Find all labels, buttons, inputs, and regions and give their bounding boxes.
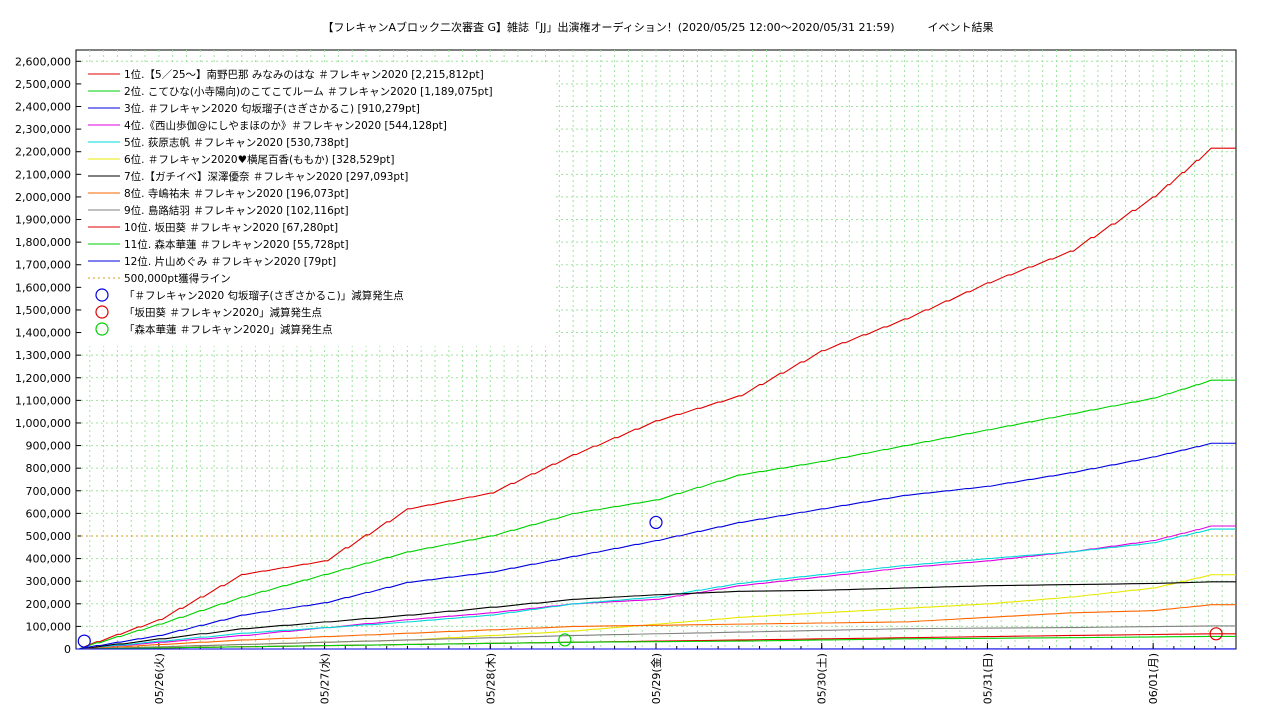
y-tick-label: 1,200,000 bbox=[15, 372, 71, 385]
y-tick-label: 200,000 bbox=[26, 598, 72, 611]
y-tick-label: 800,000 bbox=[26, 462, 72, 475]
y-tick-label: 2,000,000 bbox=[15, 191, 71, 204]
legend-label-7: 7位.【ガチイベ】深澤優奈 ＃フレキャン2020 [297,093pt] bbox=[124, 170, 408, 183]
x-tick-label: 05/31(日) bbox=[981, 653, 994, 704]
y-tick-label: 2,100,000 bbox=[15, 168, 71, 181]
legend-label-4: 4位.《西山歩伽@にしやまほのか》＃フレキャン2020 [544,128pt] bbox=[124, 119, 447, 132]
marker-point-1 bbox=[77, 634, 91, 648]
y-tick-label: 600,000 bbox=[26, 507, 72, 520]
y-tick-label: 500,000 bbox=[26, 530, 72, 543]
y-tick-label: 1,900,000 bbox=[15, 214, 71, 227]
legend-marker-label-3: 「森本華蓮 ＃フレキャン2020」減算発生点 bbox=[124, 323, 333, 336]
y-tick-label: 2,600,000 bbox=[15, 55, 71, 68]
y-tick-label: 1,700,000 bbox=[15, 259, 71, 272]
y-tick-label: 2,300,000 bbox=[15, 123, 71, 136]
x-tick-label: 05/28(木) bbox=[484, 653, 497, 704]
y-tick-label: 2,500,000 bbox=[15, 78, 71, 91]
y-tick-label: 0 bbox=[64, 643, 71, 656]
legend-label-9: 9位. 島路結羽 ＃フレキャン2020 [102,116pt] bbox=[124, 204, 349, 217]
x-tick-label: 05/27(水) bbox=[319, 653, 332, 704]
legend-label-2: 2位. こてひな(小寺陽向)のこてこてルーム ＃フレキャン2020 [1,189… bbox=[124, 85, 493, 98]
legend-label-8: 8位. 寺嶋祐未 ＃フレキャン2020 [196,073pt] bbox=[124, 187, 349, 200]
y-tick-label: 400,000 bbox=[26, 553, 72, 566]
y-tick-label: 1,100,000 bbox=[15, 394, 71, 407]
y-tick-label: 1,000,000 bbox=[15, 417, 71, 430]
legend-label-10: 10位. 坂田葵 ＃フレキャン2020 [67,280pt] bbox=[124, 221, 338, 234]
legend-label-reference: 500,000pt獲得ライン bbox=[124, 272, 231, 285]
y-tick-label: 1,400,000 bbox=[15, 327, 71, 340]
y-tick-label: 1,600,000 bbox=[15, 281, 71, 294]
y-tick-label: 300,000 bbox=[26, 575, 72, 588]
x-tick-label: 05/26(火) bbox=[153, 653, 166, 704]
y-tick-label: 900,000 bbox=[26, 440, 72, 453]
legend-label-3: 3位. ＃フレキャン2020 匂坂瑠子(さぎさかるこ) [910,279pt] bbox=[124, 102, 420, 115]
y-tick-label: 100,000 bbox=[26, 620, 72, 633]
legend-marker-label-1: 「＃フレキャン2020 匂坂瑠子(さぎさかるこ)」減算発生点 bbox=[124, 289, 404, 302]
x-tick-label: 05/30(土) bbox=[816, 653, 829, 704]
chart-canvas: 0 100,000 200,000 300,000 400,000 500,000 600,… bbox=[15, 49, 1237, 704]
y-tick-label: 2,400,000 bbox=[15, 101, 71, 114]
y-tick-label: 2,200,000 bbox=[15, 146, 71, 159]
y-tick-label: 1,300,000 bbox=[15, 349, 71, 362]
legend-label-12: 12位. 片山めぐみ ＃フレキャン2020 [79pt] bbox=[124, 255, 336, 268]
legend-label-1: 1位.【5／25〜】南野巴那 みなみのはな ＃フレキャン2020 [2,215,… bbox=[124, 68, 484, 81]
legend-marker-label-2: 「坂田葵 ＃フレキャン2020」減算発生点 bbox=[124, 306, 322, 319]
legend-label-6: 6位. ＃フレキャン2020♥横尾百香(ももか) [328,529pt] bbox=[124, 153, 394, 166]
x-tick-label: 06/01(月) bbox=[1147, 653, 1160, 704]
x-tick-label: 05/29(金) bbox=[649, 653, 663, 704]
legend-label-11: 11位. 森本華蓮 ＃フレキャン2020 [55,728pt] bbox=[124, 238, 349, 251]
y-tick-label: 1,800,000 bbox=[15, 236, 71, 249]
y-tick-label: 700,000 bbox=[26, 485, 72, 498]
legend-label-5: 5位. 荻原志帆 ＃フレキャン2020 [530,738pt] bbox=[124, 136, 349, 149]
y-tick-label: 1,500,000 bbox=[15, 304, 71, 317]
